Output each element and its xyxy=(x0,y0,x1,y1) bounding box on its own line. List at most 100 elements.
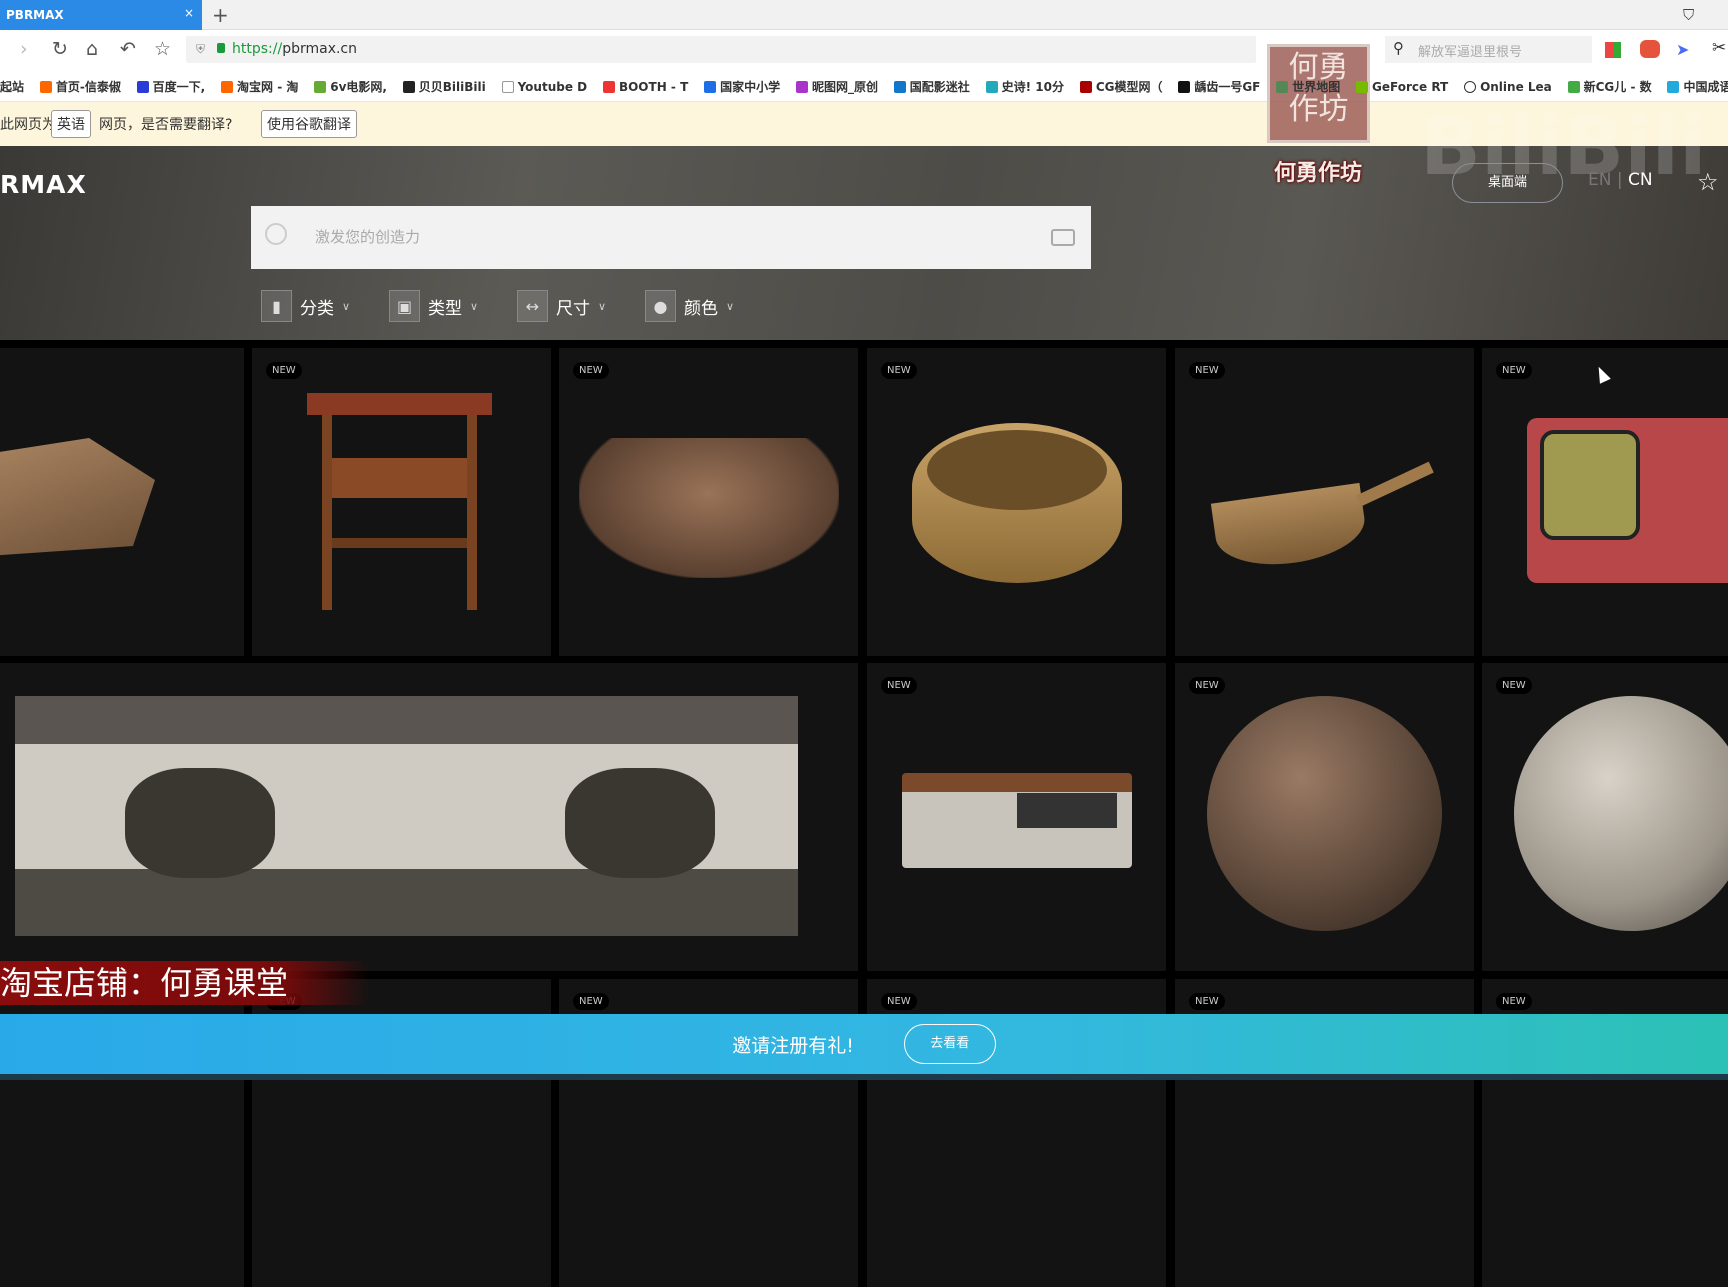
filter-category[interactable]: ▮ 分类 ∨ xyxy=(261,290,350,322)
bottom-strip xyxy=(0,1074,1728,1080)
invite-banner: 邀请注册有礼! 去看看 xyxy=(0,1014,1728,1074)
asset-tile-dirt-pile[interactable]: NEW xyxy=(559,348,858,656)
chevron-down-icon: ∨ xyxy=(470,299,479,313)
filter-type[interactable]: ▣ 类型 ∨ xyxy=(389,290,478,322)
asset-tile-stone-sphere[interactable]: NEW xyxy=(1482,663,1728,971)
ruler-icon: ↔ xyxy=(517,290,548,322)
bookmark[interactable]: 百度一下, xyxy=(136,68,205,95)
new-badge: NEW xyxy=(1496,677,1532,694)
new-badge: NEW xyxy=(1496,993,1532,1010)
forward-icon[interactable]: › xyxy=(20,38,28,60)
bookmark[interactable]: GeForce RT xyxy=(1356,70,1448,94)
filter-label: 分类 xyxy=(300,298,334,319)
filter-label: 颜色 xyxy=(684,298,718,319)
bookmark[interactable]: BOOTH - T xyxy=(602,70,688,94)
new-badge: NEW xyxy=(1189,993,1225,1010)
chevron-down-icon: ∨ xyxy=(598,299,607,313)
bookmark[interactable]: 6v电影网, xyxy=(314,68,387,95)
bookmark[interactable]: 国配影迷社 xyxy=(893,68,970,95)
search-icon: ⚲ xyxy=(1393,39,1404,57)
bookmark[interactable]: 首页-信泰俶 xyxy=(39,68,121,95)
bookmark[interactable]: Online Lea xyxy=(1464,70,1552,94)
asset-tile-wooden-scoop[interactable]: NEW xyxy=(1175,348,1474,656)
browser-tab-bar xyxy=(0,0,1728,30)
bookmark[interactable]: Youtube D xyxy=(501,70,587,94)
bookmark[interactable]: 龋齿一号GF xyxy=(1178,68,1260,95)
lock-icon xyxy=(217,43,225,53)
favorite-star-icon[interactable]: ☆ xyxy=(1697,168,1719,196)
invite-button[interactable]: 去看看 xyxy=(903,1024,996,1064)
shapes-icon: ▣ xyxy=(389,290,420,322)
invite-text: 邀请注册有礼! xyxy=(732,1034,854,1057)
tab-close-icon[interactable]: × xyxy=(184,6,194,20)
tab-title: PBRMAX xyxy=(6,8,64,22)
translate-question: 网页，是否需要翻译? xyxy=(99,117,233,133)
promo-overlay: 淘宝店铺：何勇课堂 xyxy=(0,961,370,1005)
bookmark[interactable]: 中国成语 xyxy=(1667,68,1728,95)
bookmark[interactable]: 起站 xyxy=(0,68,24,95)
apps-icon[interactable] xyxy=(1605,42,1621,58)
bookmark[interactable]: 世界地图 xyxy=(1276,68,1340,95)
shield-icon: ⛨ xyxy=(196,42,206,56)
chevron-down-icon: ∨ xyxy=(342,299,351,313)
lang-cn[interactable]: CN xyxy=(1628,170,1653,190)
bird-icon[interactable]: ➤ xyxy=(1676,40,1689,59)
translate-prefix: 此网页为 xyxy=(0,117,56,133)
asset-tile-carved-stone-panel[interactable] xyxy=(0,663,858,971)
translate-language[interactable]: 英语 xyxy=(51,110,91,138)
bookmark[interactable]: 贝贝BiliBili xyxy=(402,68,486,95)
undo-icon[interactable]: ↶ xyxy=(120,38,136,60)
asset-tile-rock[interactable] xyxy=(0,348,244,656)
language-switch: EN | CN xyxy=(1588,170,1653,190)
translate-button[interactable]: 使用谷歌翻译 xyxy=(261,110,357,138)
filter-label: 尺寸 xyxy=(556,298,590,319)
bookmark[interactable]: 淘宝网 - 淘 xyxy=(221,68,298,95)
bookmark[interactable]: 新CG儿 - 数 xyxy=(1567,68,1652,95)
url-text[interactable]: https://pbrmax.cn xyxy=(232,41,357,57)
filter-size[interactable]: ↔ 尺寸 ∨ xyxy=(517,290,606,322)
new-badge: NEW xyxy=(1189,362,1225,379)
scissors-icon[interactable]: ✂ xyxy=(1712,38,1726,58)
bookmark[interactable]: CG模型网（ xyxy=(1079,68,1162,95)
desktop-button[interactable]: 桌面端 xyxy=(1452,163,1563,203)
bookmarks-bar: 起站 首页-信泰俶 百度一下, 淘宝网 - 淘 6v电影网, 贝贝BiliBil… xyxy=(0,68,1728,102)
shirt-icon[interactable]: ⛉ xyxy=(1683,6,1694,24)
new-badge: NEW xyxy=(266,362,302,379)
book-icon: ▮ xyxy=(261,290,292,322)
color-ball-icon: ● xyxy=(645,290,676,322)
bookmark[interactable]: 史诗! 10分 xyxy=(985,68,1064,95)
bookmark[interactable]: 国家中小学 xyxy=(704,68,780,95)
new-tab-button[interactable]: + xyxy=(212,3,229,27)
new-badge: NEW xyxy=(881,993,917,1010)
asset-tile-wooden-side-table[interactable]: NEW xyxy=(252,348,551,656)
bookmark-star-icon[interactable]: ☆ xyxy=(154,38,171,60)
site-logo[interactable]: RMAX xyxy=(0,170,87,199)
watermark-name: 何勇作坊 xyxy=(1274,161,1363,186)
url-scheme: https:// xyxy=(232,41,283,57)
asset-tile-bamboo-steamer[interactable]: NEW xyxy=(867,348,1166,656)
asset-tile-vintage-radio[interactable]: NEW xyxy=(867,663,1166,971)
browser-tab[interactable]: PBRMAX × xyxy=(0,0,202,30)
search-placeholder: 激发您的创造力 xyxy=(315,228,421,246)
browser-search-placeholder: 解放军逼退里根号 xyxy=(1418,45,1523,60)
chevron-down-icon: ∨ xyxy=(726,299,735,313)
site-search-input[interactable]: 激发您的创造力 xyxy=(251,206,1091,269)
url-host: pbrmax.cn xyxy=(282,41,357,57)
game-icon[interactable] xyxy=(1640,40,1660,58)
lang-en[interactable]: EN xyxy=(1588,170,1611,190)
bookmark[interactable]: 昵图网_原创 xyxy=(795,68,878,95)
filter-color[interactable]: ● 颜色 ∨ xyxy=(645,290,734,322)
new-badge: NEW xyxy=(573,362,609,379)
filter-label: 类型 xyxy=(428,298,462,319)
new-badge: NEW xyxy=(1189,677,1225,694)
search-icon xyxy=(265,223,287,245)
camera-icon[interactable] xyxy=(1051,229,1075,246)
new-badge: NEW xyxy=(573,993,609,1010)
asset-tile-red-retro-tv[interactable]: NEW xyxy=(1482,348,1728,656)
new-badge: NEW xyxy=(1496,362,1532,379)
new-badge: NEW xyxy=(881,362,917,379)
home-icon[interactable]: ⌂ xyxy=(86,38,98,60)
lang-separator: | xyxy=(1616,170,1623,190)
asset-tile-rubble-sphere[interactable]: NEW xyxy=(1175,663,1474,971)
reload-icon[interactable]: ↻ xyxy=(52,38,68,60)
